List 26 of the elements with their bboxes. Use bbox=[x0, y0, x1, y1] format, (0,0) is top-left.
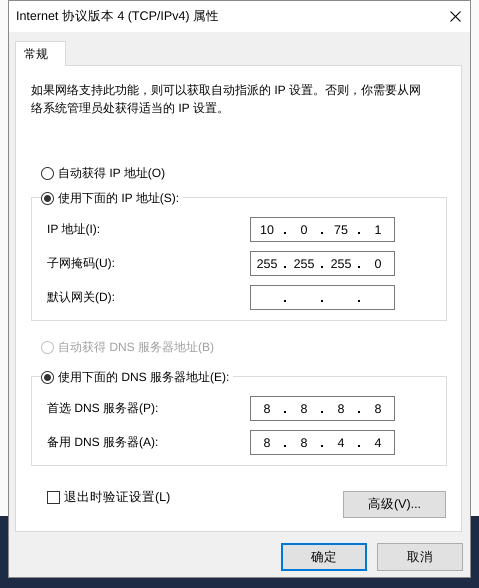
radio-label: 自动获得 DNS 服务器地址(B) bbox=[58, 338, 214, 356]
field-label: 备用 DNS 服务器(A): bbox=[47, 434, 160, 451]
field-label: 首选 DNS 服务器(P): bbox=[47, 400, 160, 417]
advanced-button[interactable]: 高级(V)... bbox=[343, 491, 446, 518]
ip-address-field[interactable]: 10 0 75 1 bbox=[250, 217, 395, 242]
ip-address-field[interactable]: 8 8 4 4 bbox=[250, 430, 395, 455]
radio-button[interactable] bbox=[41, 192, 54, 204]
ip-address-field[interactable]: 8 8 8 8 bbox=[250, 396, 395, 421]
radio-button[interactable] bbox=[41, 370, 54, 384]
checkbox[interactable] bbox=[47, 491, 60, 504]
radio-button[interactable] bbox=[41, 166, 54, 180]
ip-address-field[interactable]: 255 255 255 0 bbox=[250, 251, 395, 276]
description-text: 如果网络支持此功能，则可以获取自动指派的 IP 设置。否则，你需要从网络系统管理员处获得适当的 IP 设置。 bbox=[31, 82, 422, 117]
dialog-button[interactable]: 取消 bbox=[377, 543, 463, 571]
ip-address-field[interactable] bbox=[250, 285, 395, 310]
radio-label: 自动获得 IP 地址(O) bbox=[58, 164, 166, 182]
close-icon[interactable] bbox=[450, 11, 461, 22]
window-title: Internet 协议版本 4 (TCP/IPv4) 属性 bbox=[16, 8, 220, 25]
field-label: 子网掩码(U): bbox=[47, 255, 116, 272]
radio-label: 使用下面的 DNS 服务器地址(E): bbox=[58, 368, 230, 386]
tab[interactable]: 常规 bbox=[15, 41, 66, 66]
radio-label: 使用下面的 IP 地址(S): bbox=[58, 190, 180, 206]
checkbox-label: 退出时验证设置(L) bbox=[64, 489, 170, 506]
field-label: 默认网关(D): bbox=[47, 289, 116, 306]
field-label: IP 地址(I): bbox=[47, 221, 102, 238]
dialog-button[interactable]: 确定 bbox=[281, 543, 367, 571]
